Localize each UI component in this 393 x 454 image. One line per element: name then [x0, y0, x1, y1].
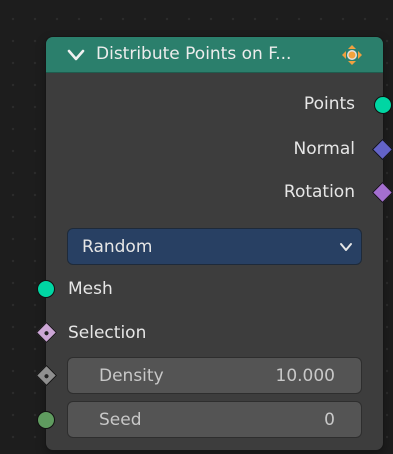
density-input-socket[interactable]	[35, 364, 58, 387]
selection-input-socket[interactable]	[35, 321, 58, 344]
socket-field-dot	[43, 372, 50, 379]
input-label-mesh: Mesh	[68, 279, 113, 299]
distribute-points-node[interactable]: Distribute Points on F... Points Normal …	[35, 37, 393, 450]
normal-output-socket[interactable]	[371, 138, 393, 161]
socket-field-dot	[43, 329, 50, 336]
distribute-method-value: Random	[82, 237, 153, 257]
density-label: Density	[99, 366, 164, 386]
seed-label: Seed	[99, 410, 142, 430]
node-gizmo-icon[interactable]	[341, 44, 363, 66]
node-header[interactable]: Distribute Points on F...	[46, 37, 383, 73]
input-label-selection: Selection	[68, 323, 147, 343]
mesh-input-socket[interactable]	[37, 280, 55, 298]
points-output-socket[interactable]	[374, 96, 392, 114]
node-title: Distribute Points on F...	[96, 44, 292, 64]
density-value: 10.000	[275, 366, 335, 386]
density-field[interactable]: Density 10.000	[67, 357, 362, 394]
seed-value: 0	[324, 410, 335, 430]
seed-input-socket[interactable]	[37, 411, 55, 429]
output-label-normal: Normal	[293, 139, 355, 159]
seed-field[interactable]: Seed 0	[67, 401, 362, 438]
chevron-down-icon	[340, 243, 352, 251]
rotation-output-socket[interactable]	[371, 181, 393, 204]
chevron-down-icon[interactable]	[66, 47, 86, 63]
distribute-method-dropdown[interactable]: Random	[67, 228, 362, 265]
output-label-points: Points	[303, 94, 355, 114]
output-label-rotation: Rotation	[283, 182, 355, 202]
